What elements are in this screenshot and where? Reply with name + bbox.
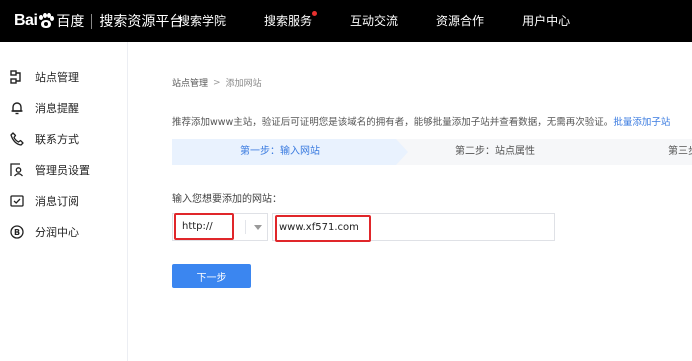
sidebar-item-label: 消息订阅 <box>35 195 79 208</box>
sidebar-item-profit-center[interactable]: B 分润中心 <box>0 221 128 243</box>
step-arrow <box>396 139 408 165</box>
sidebar-item-label: 分润中心 <box>35 226 79 239</box>
bell-icon <box>9 100 25 116</box>
svg-text:B: B <box>14 228 20 237</box>
notice-text: 推荐添加www主站，验证后可证明您是该域名的拥有者，能够批量添加子站并查看数据，… <box>172 114 670 128</box>
product-name: 搜索资源平台 <box>99 14 184 30</box>
next-step-button[interactable]: 下一步 <box>172 264 251 288</box>
step-progress-bar: 第一步：输入网站 第二步：站点属性 第三步 <box>172 139 692 165</box>
admin-user-icon <box>9 162 25 178</box>
site-url-input[interactable] <box>272 213 555 241</box>
notice-body: 推荐添加www主站，验证后可证明您是该域名的拥有者，能够批量添加子站并查看数据，… <box>172 117 614 128</box>
breadcrumb-parent[interactable]: 站点管理 <box>172 76 208 89</box>
breadcrumb-current: 添加网站 <box>225 79 262 89</box>
nav-label: 搜索学院 <box>178 14 227 28</box>
sidebar-item-admin-settings[interactable]: 管理员设置 <box>0 159 128 181</box>
nav-label: 搜索服务 <box>264 14 313 28</box>
select-divider <box>245 220 246 234</box>
protocol-select[interactable]: http:// <box>172 213 268 241</box>
nav-interaction[interactable]: 互动交流 <box>350 0 398 42</box>
baidu-logo[interactable]: Bai 百度 搜索资源平台 <box>14 10 183 32</box>
protocol-value: http:// <box>182 221 213 232</box>
subscribe-icon <box>9 193 25 209</box>
url-field-label: 输入您想要添加的网站： <box>172 194 282 205</box>
breadcrumb: 站点管理 > 添加网站 <box>172 76 262 90</box>
main-nav: 搜索学院 搜索服务 互动交流 资源合作 用户中心 <box>178 0 608 42</box>
top-navbar: Bai 百度 搜索资源平台 搜索学院 搜索服务 互动交流 资源合作 用户中心 <box>0 0 692 42</box>
paw-icon <box>38 13 55 29</box>
sidebar: 站点管理 消息提醒 联系方式 管理员设置 消息订阅 B 分润中心 <box>0 42 128 361</box>
nav-search-academy[interactable]: 搜索学院 <box>178 0 226 42</box>
sitemap-icon <box>9 69 25 85</box>
nav-user-center[interactable]: 用户中心 <box>522 0 570 42</box>
sidebar-item-contact[interactable]: 联系方式 <box>0 128 128 150</box>
sidebar-item-site-management[interactable]: 站点管理 <box>0 66 128 88</box>
nav-label: 互动交流 <box>350 14 399 28</box>
sidebar-item-label: 消息提醒 <box>35 102 79 115</box>
nav-label: 用户中心 <box>522 14 571 28</box>
step-1-label: 第一步：输入网站 <box>240 146 320 157</box>
logo-text-baidu: 百度 <box>56 14 85 30</box>
nav-search-service[interactable]: 搜索服务 <box>264 0 318 42</box>
step-2-label: 第二步：站点属性 <box>455 146 535 157</box>
logo-divider <box>91 13 93 29</box>
step-3-label: 第三步 <box>668 146 692 157</box>
sidebar-item-message-alert[interactable]: 消息提醒 <box>0 97 128 119</box>
chevron-down-icon[interactable] <box>254 225 262 230</box>
sidebar-item-subscription[interactable]: 消息订阅 <box>0 190 128 212</box>
nav-label: 资源合作 <box>436 14 485 28</box>
sidebar-item-label: 联系方式 <box>35 133 79 146</box>
breadcrumb-separator: > <box>213 77 221 88</box>
batch-add-subsite-link[interactable]: 批量添加子站 <box>613 117 670 128</box>
logo-text-bai: Bai <box>14 12 38 29</box>
sidebar-item-label: 管理员设置 <box>35 164 90 177</box>
coin-b-icon: B <box>9 224 25 240</box>
phone-icon <box>9 131 25 147</box>
sidebar-item-label: 站点管理 <box>35 71 79 84</box>
notification-dot <box>312 11 318 16</box>
nav-resource-cooperation[interactable]: 资源合作 <box>436 0 484 42</box>
